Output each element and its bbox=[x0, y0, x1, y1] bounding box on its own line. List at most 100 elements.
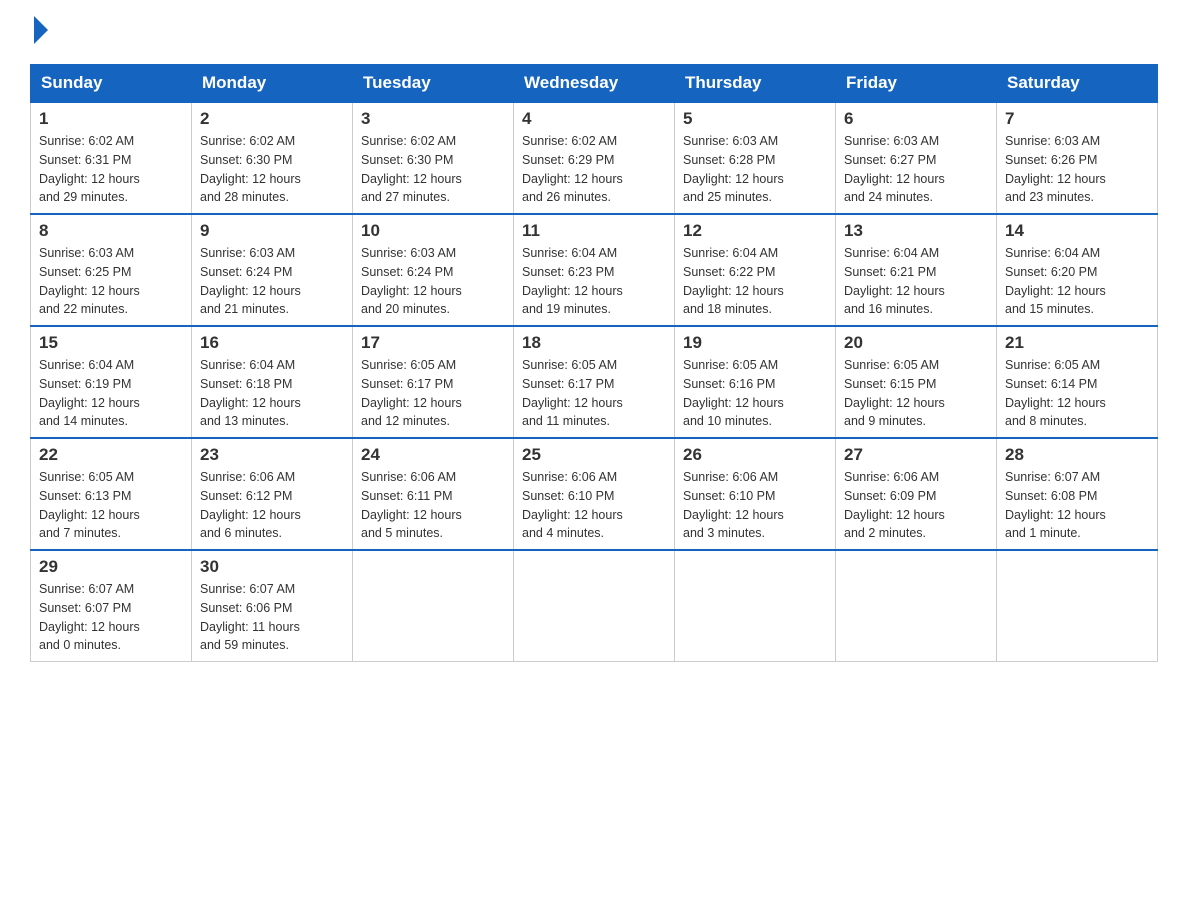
day-number: 9 bbox=[200, 221, 344, 241]
calendar-day-cell: 18 Sunrise: 6:05 AMSunset: 6:17 PMDayligh… bbox=[514, 326, 675, 438]
calendar-day-cell: 1 Sunrise: 6:02 AMSunset: 6:31 PMDaylight… bbox=[31, 102, 192, 214]
calendar-day-cell bbox=[997, 550, 1158, 662]
calendar-day-cell: 5 Sunrise: 6:03 AMSunset: 6:28 PMDaylight… bbox=[675, 102, 836, 214]
calendar-day-cell: 19 Sunrise: 6:05 AMSunset: 6:16 PMDayligh… bbox=[675, 326, 836, 438]
calendar-day-cell: 8 Sunrise: 6:03 AMSunset: 6:25 PMDaylight… bbox=[31, 214, 192, 326]
calendar-day-cell: 17 Sunrise: 6:05 AMSunset: 6:17 PMDayligh… bbox=[353, 326, 514, 438]
day-number: 10 bbox=[361, 221, 505, 241]
calendar-day-cell: 30 Sunrise: 6:07 AMSunset: 6:06 PMDayligh… bbox=[192, 550, 353, 662]
day-number: 27 bbox=[844, 445, 988, 465]
day-info: Sunrise: 6:05 AMSunset: 6:16 PMDaylight:… bbox=[683, 356, 827, 431]
calendar-day-cell: 20 Sunrise: 6:05 AMSunset: 6:15 PMDayligh… bbox=[836, 326, 997, 438]
day-of-week-header: Thursday bbox=[675, 65, 836, 103]
day-info: Sunrise: 6:02 AMSunset: 6:30 PMDaylight:… bbox=[361, 132, 505, 207]
day-info: Sunrise: 6:05 AMSunset: 6:14 PMDaylight:… bbox=[1005, 356, 1149, 431]
calendar-week-row: 29 Sunrise: 6:07 AMSunset: 6:07 PMDayligh… bbox=[31, 550, 1158, 662]
calendar-day-cell: 21 Sunrise: 6:05 AMSunset: 6:14 PMDayligh… bbox=[997, 326, 1158, 438]
calendar-day-cell: 28 Sunrise: 6:07 AMSunset: 6:08 PMDayligh… bbox=[997, 438, 1158, 550]
day-info: Sunrise: 6:02 AMSunset: 6:31 PMDaylight:… bbox=[39, 132, 183, 207]
day-info: Sunrise: 6:06 AMSunset: 6:10 PMDaylight:… bbox=[683, 468, 827, 543]
day-number: 24 bbox=[361, 445, 505, 465]
day-of-week-header: Friday bbox=[836, 65, 997, 103]
day-info: Sunrise: 6:06 AMSunset: 6:12 PMDaylight:… bbox=[200, 468, 344, 543]
day-number: 19 bbox=[683, 333, 827, 353]
day-number: 20 bbox=[844, 333, 988, 353]
day-number: 4 bbox=[522, 109, 666, 129]
day-info: Sunrise: 6:04 AMSunset: 6:20 PMDaylight:… bbox=[1005, 244, 1149, 319]
calendar-day-cell bbox=[836, 550, 997, 662]
day-of-week-header: Tuesday bbox=[353, 65, 514, 103]
calendar-header-row: SundayMondayTuesdayWednesdayThursdayFrid… bbox=[31, 65, 1158, 103]
day-info: Sunrise: 6:06 AMSunset: 6:10 PMDaylight:… bbox=[522, 468, 666, 543]
day-number: 14 bbox=[1005, 221, 1149, 241]
day-info: Sunrise: 6:06 AMSunset: 6:11 PMDaylight:… bbox=[361, 468, 505, 543]
calendar-day-cell bbox=[514, 550, 675, 662]
calendar-day-cell: 15 Sunrise: 6:04 AMSunset: 6:19 PMDayligh… bbox=[31, 326, 192, 438]
day-number: 23 bbox=[200, 445, 344, 465]
page-header bbox=[30, 20, 1158, 44]
day-info: Sunrise: 6:05 AMSunset: 6:13 PMDaylight:… bbox=[39, 468, 183, 543]
calendar-table: SundayMondayTuesdayWednesdayThursdayFrid… bbox=[30, 64, 1158, 662]
day-info: Sunrise: 6:03 AMSunset: 6:24 PMDaylight:… bbox=[361, 244, 505, 319]
day-number: 18 bbox=[522, 333, 666, 353]
day-number: 15 bbox=[39, 333, 183, 353]
calendar-week-row: 1 Sunrise: 6:02 AMSunset: 6:31 PMDaylight… bbox=[31, 102, 1158, 214]
day-of-week-header: Monday bbox=[192, 65, 353, 103]
day-number: 8 bbox=[39, 221, 183, 241]
calendar-day-cell: 9 Sunrise: 6:03 AMSunset: 6:24 PMDaylight… bbox=[192, 214, 353, 326]
day-info: Sunrise: 6:05 AMSunset: 6:17 PMDaylight:… bbox=[522, 356, 666, 431]
day-of-week-header: Sunday bbox=[31, 65, 192, 103]
day-number: 16 bbox=[200, 333, 344, 353]
calendar-day-cell: 29 Sunrise: 6:07 AMSunset: 6:07 PMDayligh… bbox=[31, 550, 192, 662]
calendar-day-cell: 27 Sunrise: 6:06 AMSunset: 6:09 PMDayligh… bbox=[836, 438, 997, 550]
calendar-day-cell: 11 Sunrise: 6:04 AMSunset: 6:23 PMDayligh… bbox=[514, 214, 675, 326]
calendar-day-cell: 4Sunrise: 6:02 AMSunset: 6:29 PMDaylight… bbox=[514, 102, 675, 214]
calendar-day-cell: 13 Sunrise: 6:04 AMSunset: 6:21 PMDayligh… bbox=[836, 214, 997, 326]
day-info: Sunrise: 6:07 AMSunset: 6:07 PMDaylight:… bbox=[39, 580, 183, 655]
day-info: Sunrise: 6:04 AMSunset: 6:21 PMDaylight:… bbox=[844, 244, 988, 319]
calendar-week-row: 22Sunrise: 6:05 AMSunset: 6:13 PMDayligh… bbox=[31, 438, 1158, 550]
day-info: Sunrise: 6:07 AMSunset: 6:06 PMDaylight:… bbox=[200, 580, 344, 655]
day-number: 29 bbox=[39, 557, 183, 577]
day-of-week-header: Wednesday bbox=[514, 65, 675, 103]
calendar-day-cell: 23 Sunrise: 6:06 AMSunset: 6:12 PMDayligh… bbox=[192, 438, 353, 550]
calendar-day-cell: 6Sunrise: 6:03 AMSunset: 6:27 PMDaylight… bbox=[836, 102, 997, 214]
day-number: 28 bbox=[1005, 445, 1149, 465]
day-number: 5 bbox=[683, 109, 827, 129]
day-info: Sunrise: 6:04 AMSunset: 6:23 PMDaylight:… bbox=[522, 244, 666, 319]
calendar-day-cell: 22Sunrise: 6:05 AMSunset: 6:13 PMDayligh… bbox=[31, 438, 192, 550]
calendar-day-cell: 14 Sunrise: 6:04 AMSunset: 6:20 PMDayligh… bbox=[997, 214, 1158, 326]
day-info: Sunrise: 6:05 AMSunset: 6:15 PMDaylight:… bbox=[844, 356, 988, 431]
day-info: Sunrise: 6:02 AMSunset: 6:30 PMDaylight:… bbox=[200, 132, 344, 207]
day-number: 21 bbox=[1005, 333, 1149, 353]
day-info: Sunrise: 6:03 AMSunset: 6:27 PMDaylight:… bbox=[844, 132, 988, 207]
calendar-day-cell: 16 Sunrise: 6:04 AMSunset: 6:18 PMDayligh… bbox=[192, 326, 353, 438]
calendar-day-cell: 26Sunrise: 6:06 AMSunset: 6:10 PMDayligh… bbox=[675, 438, 836, 550]
calendar-day-cell: 7Sunrise: 6:03 AMSunset: 6:26 PMDaylight… bbox=[997, 102, 1158, 214]
day-number: 30 bbox=[200, 557, 344, 577]
calendar-day-cell bbox=[675, 550, 836, 662]
day-number: 25 bbox=[522, 445, 666, 465]
day-number: 13 bbox=[844, 221, 988, 241]
day-info: Sunrise: 6:04 AMSunset: 6:19 PMDaylight:… bbox=[39, 356, 183, 431]
calendar-day-cell: 12Sunrise: 6:04 AMSunset: 6:22 PMDayligh… bbox=[675, 214, 836, 326]
day-number: 17 bbox=[361, 333, 505, 353]
day-info: Sunrise: 6:04 AMSunset: 6:18 PMDaylight:… bbox=[200, 356, 344, 431]
calendar-day-cell: 2 Sunrise: 6:02 AMSunset: 6:30 PMDaylight… bbox=[192, 102, 353, 214]
calendar-week-row: 15 Sunrise: 6:04 AMSunset: 6:19 PMDayligh… bbox=[31, 326, 1158, 438]
calendar-day-cell: 24 Sunrise: 6:06 AMSunset: 6:11 PMDayligh… bbox=[353, 438, 514, 550]
calendar-week-row: 8 Sunrise: 6:03 AMSunset: 6:25 PMDaylight… bbox=[31, 214, 1158, 326]
day-number: 2 bbox=[200, 109, 344, 129]
day-info: Sunrise: 6:03 AMSunset: 6:24 PMDaylight:… bbox=[200, 244, 344, 319]
day-number: 1 bbox=[39, 109, 183, 129]
day-number: 12 bbox=[683, 221, 827, 241]
logo bbox=[30, 20, 50, 44]
day-info: Sunrise: 6:06 AMSunset: 6:09 PMDaylight:… bbox=[844, 468, 988, 543]
day-info: Sunrise: 6:03 AMSunset: 6:25 PMDaylight:… bbox=[39, 244, 183, 319]
calendar-day-cell: 25 Sunrise: 6:06 AMSunset: 6:10 PMDayligh… bbox=[514, 438, 675, 550]
day-number: 11 bbox=[522, 221, 666, 241]
day-info: Sunrise: 6:05 AMSunset: 6:17 PMDaylight:… bbox=[361, 356, 505, 431]
day-info: Sunrise: 6:03 AMSunset: 6:28 PMDaylight:… bbox=[683, 132, 827, 207]
day-info: Sunrise: 6:07 AMSunset: 6:08 PMDaylight:… bbox=[1005, 468, 1149, 543]
day-of-week-header: Saturday bbox=[997, 65, 1158, 103]
